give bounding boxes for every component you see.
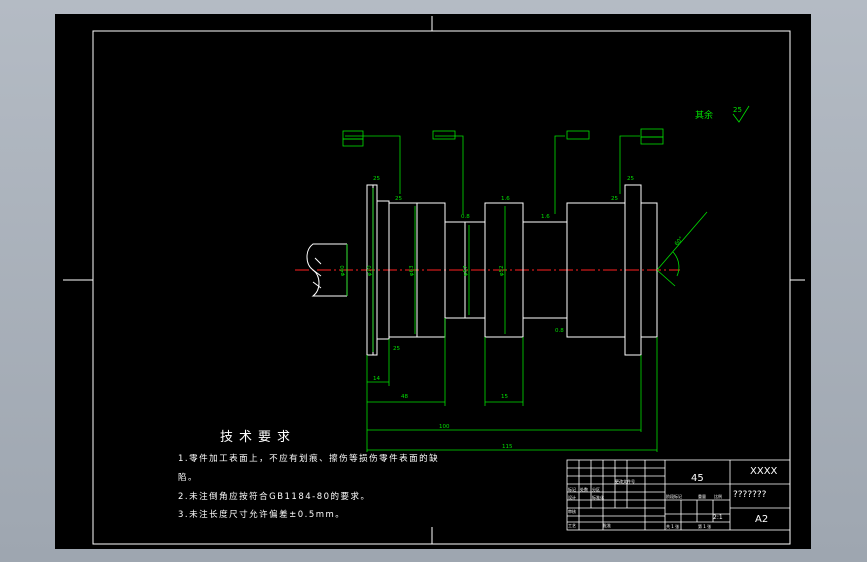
svg-text:阶段标记: 阶段标记 — [666, 493, 682, 499]
dim-14: 14 — [373, 376, 380, 382]
svg-text:批准: 批准 — [603, 522, 611, 528]
title-drawing-number: ??????? — [733, 490, 767, 500]
dia-52: φ52 — [499, 265, 505, 276]
title-scale: 2:1 — [713, 514, 723, 521]
dim-100: 100 — [439, 424, 450, 430]
drawing-sheet: 14 48 15 100 115 φ40 φ70 φ63 φ57 φ52 60°… — [55, 14, 811, 549]
dia-70: φ70 — [367, 265, 373, 276]
svg-text:设计: 设计 — [568, 494, 576, 500]
svg-text:标记: 标记 — [568, 486, 576, 492]
dimension-lines — [345, 135, 708, 452]
tech-requirement-1: 1.零件加工表面上，不应有划痕、擦伤等损伤零件表面的缺 — [178, 454, 440, 464]
roughness-16-b: 1.6 — [541, 214, 550, 220]
roughness-note-label: 其余 — [695, 109, 713, 121]
roughness-16-a: 1.6 — [501, 196, 510, 202]
tech-requirement-2: 2.未注倒角应按符合GB1184-80的要求。 — [178, 492, 371, 502]
title-material: 45 — [691, 473, 704, 484]
dim-115: 115 — [502, 444, 513, 450]
roughness-08-a: 0.8 — [461, 214, 470, 220]
roughness-25-b: 25 — [395, 196, 402, 202]
svg-text:分区: 分区 — [592, 486, 600, 492]
roughness-note-value: 25 — [733, 106, 742, 114]
drawing-frame — [63, 16, 805, 545]
dia-63: φ63 — [409, 265, 415, 276]
chamfer-angle: 60° — [674, 236, 685, 248]
svg-text:第 1 张: 第 1 张 — [698, 523, 711, 529]
dimension-text: 14 48 15 100 115 φ40 φ70 φ63 φ57 φ52 60°… — [340, 176, 685, 450]
roughness-08-b: 0.8 — [555, 328, 564, 334]
roughness-25-e: 25 — [393, 346, 400, 352]
dim-48: 48 — [401, 394, 408, 400]
svg-text:比例: 比例 — [714, 493, 722, 499]
svg-text:重量: 重量 — [698, 493, 706, 499]
roughness-25-a: 25 — [373, 176, 380, 182]
dia-57: φ57 — [463, 265, 469, 276]
dia-40: φ40 — [340, 265, 346, 276]
tech-requirement-3: 3.未注长度尺寸允许偏差±0.5mm。 — [178, 510, 346, 520]
svg-text:处数: 处数 — [580, 486, 588, 492]
svg-text:审核: 审核 — [568, 508, 576, 514]
tolerance-boxes — [342, 128, 664, 147]
roughness-note: 其余 25 — [695, 105, 750, 123]
engineering-drawing: 14 48 15 100 115 φ40 φ70 φ63 φ57 φ52 60°… — [63, 16, 805, 545]
tech-requirements-title: 技术要求 — [220, 430, 297, 445]
title-sheet-size: A2 — [755, 514, 769, 525]
svg-text:更改文件号: 更改文件号 — [615, 478, 635, 484]
tech-requirement-1-cont: 陷。 — [178, 473, 199, 483]
svg-text:工艺: 工艺 — [568, 523, 576, 528]
dim-15: 15 — [501, 394, 508, 400]
svg-text:共 1 张: 共 1 张 — [666, 523, 679, 529]
title-part-name: XXXX — [750, 466, 778, 477]
roughness-25-c: 25 — [611, 196, 618, 202]
svg-text:标准化: 标准化 — [592, 494, 604, 500]
roughness-25-d: 25 — [627, 176, 634, 182]
